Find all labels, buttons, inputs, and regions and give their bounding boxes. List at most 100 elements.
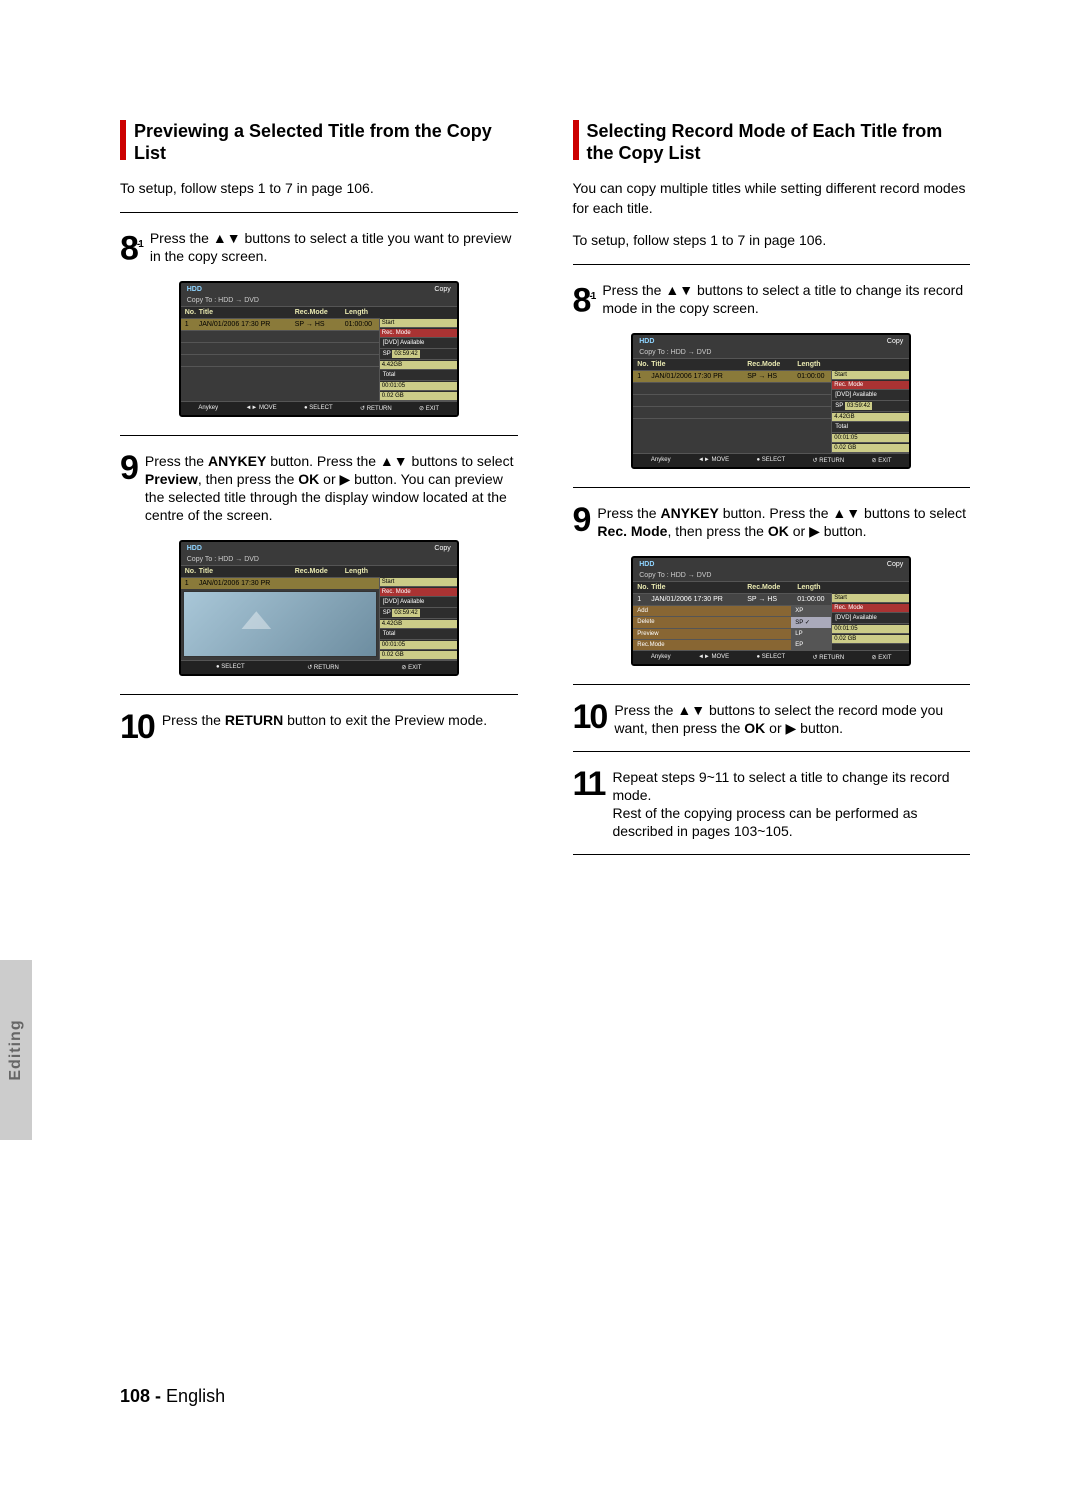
step-text: Press the ▲▼ buttons to select a title t… — [602, 281, 970, 317]
osd-side-panel: Start Rec. Mode [DVD] Available SP 03:59… — [831, 370, 909, 453]
osd-copy-label: Copy — [887, 561, 903, 568]
t-bold: OK — [744, 720, 765, 736]
osd-recmode-button: Rec. Mode — [832, 381, 909, 390]
divider — [573, 751, 971, 752]
osd-recmode-button: Rec. Mode — [380, 588, 457, 597]
t: , then press the — [667, 523, 767, 539]
osd-source-label: HDD — [187, 286, 202, 293]
osd-total-size: 0.02 GB — [380, 392, 457, 401]
osd-total-time: 00:01:05 — [832, 625, 909, 634]
step-number: 9 — [573, 504, 590, 536]
step-number: 8-1 — [573, 281, 595, 316]
osd-copyto: Copy To : HDD → DVD — [181, 554, 457, 565]
osd-row-empty — [181, 330, 379, 342]
osd-table-body: 1 JAN/01/2006 17:30 PR SP → HS 01:00:00 — [181, 318, 379, 401]
left-heading-text: Previewing a Selected Title from the Cop… — [134, 120, 518, 164]
mode-option: XP — [791, 606, 831, 616]
osd-copy-label: Copy — [887, 338, 903, 345]
osd-menu-area: 1 JAN/01/2006 17:30 PR SP → HS 01:00:00 … — [633, 593, 831, 650]
divider — [573, 264, 971, 265]
t: or ▶ button. — [789, 523, 867, 539]
osd-avail-time: 03:59:42 — [392, 609, 419, 617]
osd-available: [DVD] Available — [380, 597, 457, 608]
osd-table-header: No. Title Rec.Mode Length — [181, 565, 457, 577]
osd-recmode-button: Rec. Mode — [832, 604, 909, 613]
col-no: No. — [185, 568, 199, 575]
osd-footer: Anykey ◄► MOVE ● SELECT ↺ RETURN ⊘ EXIT — [633, 453, 909, 467]
osd-menu-recmode: Rec.ModeEP — [633, 639, 831, 650]
mode-option-selected: SP ✓ — [791, 617, 831, 628]
col-recmode: Rec.Mode — [747, 584, 797, 591]
menu-label: Add — [633, 606, 791, 616]
osd-avail-size: 4.42GB — [380, 361, 457, 370]
step-sup: -1 — [137, 239, 142, 250]
osd-foot-exit: ⊘ EXIT — [401, 664, 421, 671]
col-title: Title — [651, 584, 747, 591]
col-recmode: Rec.Mode — [295, 309, 345, 316]
page-footer: 108 - English — [120, 1386, 225, 1407]
t: Press the — [597, 505, 660, 521]
side-tab-label: Editing — [7, 1019, 25, 1080]
left-step-8: 8-1 Press the ▲▼ buttons to select a tit… — [120, 229, 518, 265]
cell-title: JAN/01/2006 17:30 PR — [651, 596, 747, 603]
osd-row-empty — [181, 354, 379, 366]
osd-foot-move: ◄► MOVE — [698, 654, 729, 661]
osd-source-label: HDD — [639, 338, 654, 345]
osd-row-empty — [633, 394, 831, 406]
col-no: No. — [637, 361, 651, 368]
cell-no: 1 — [185, 321, 199, 328]
osd-avail-time: 03:59:42 — [845, 402, 872, 410]
osd-foot-select: ● SELECT — [757, 654, 786, 661]
osd-foot-return: ↺ RETURN — [307, 664, 339, 671]
osd-footer: Anykey ◄► MOVE ● SELECT ↺ RETURN ⊘ EXIT — [633, 650, 909, 664]
osd-copyto: Copy To : HDD → DVD — [181, 295, 457, 306]
osd-start-button: Start — [832, 594, 909, 603]
col-no: No. — [185, 309, 199, 316]
osd-total-label: Total — [380, 370, 457, 381]
right-intro-2: To setup, follow steps 1 to 7 in page 10… — [573, 230, 971, 250]
menu-label: Preview — [633, 629, 791, 639]
osd-copyto: Copy To : HDD → DVD — [633, 570, 909, 581]
osd-recmode-button: Rec. Mode — [380, 329, 457, 338]
osd-screenshot-2: HDD Copy Copy To : HDD → DVD No. Title R… — [179, 540, 459, 676]
col-title: Title — [199, 568, 295, 575]
osd-mode: SP — [835, 403, 843, 409]
t-bold: ANYKEY — [660, 505, 718, 521]
step-text: Press the ANYKEY button. Press the ▲▼ bu… — [145, 452, 518, 524]
osd-available: [DVD] Available — [832, 390, 909, 401]
osd-total-label: Total — [380, 629, 457, 640]
cell-no: 1 — [185, 580, 199, 587]
osd-start-button: Start — [832, 371, 909, 380]
osd-total-size: 0.02 GB — [832, 444, 909, 453]
col-recmode: Rec.Mode — [747, 361, 797, 368]
osd-foot-exit: ⊘ EXIT — [872, 457, 892, 464]
step-number: 10 — [120, 711, 154, 743]
step-number: 10 — [573, 701, 607, 733]
col-length: Length — [345, 309, 453, 316]
right-intro-1: You can copy multiple titles while setti… — [573, 178, 971, 218]
divider — [120, 694, 518, 695]
osd-foot-exit: ⊘ EXIT — [872, 654, 892, 661]
osd-table-header: No. Title Rec.Mode Length — [181, 306, 457, 318]
osd-avail-size: 4.42GB — [832, 413, 909, 422]
t: button. Press the ▲▼ buttons to select — [719, 505, 966, 521]
step-number-value: 8 — [573, 281, 590, 319]
osd-foot-select: ● SELECT — [216, 664, 245, 671]
osd-footer: Anykey ◄► MOVE ● SELECT ↺ RETURN ⊘ EXIT — [181, 401, 457, 415]
osd-preview-window — [183, 591, 377, 657]
divider — [120, 435, 518, 436]
osd-available: [DVD] Available — [832, 613, 909, 624]
heading-bar-icon — [573, 120, 579, 160]
col-length: Length — [797, 584, 905, 591]
left-step-9: 9 Press the ANYKEY button. Press the ▲▼ … — [120, 452, 518, 524]
osd-menu-preview: PreviewLP — [633, 628, 831, 639]
osd-avail-size: 4.42GB — [380, 620, 457, 629]
osd-start-button: Start — [380, 578, 457, 587]
osd-available: [DVD] Available — [380, 338, 457, 349]
osd-side-panel: Start Rec. Mode [DVD] Available SP 03:59… — [379, 318, 457, 401]
t-bold: RETURN — [225, 712, 283, 728]
t-bold: Rec. Mode — [597, 523, 667, 539]
step-sup: -1 — [589, 291, 594, 302]
heading-bar-icon — [120, 120, 126, 160]
osd-preview-area: 1 JAN/01/2006 17:30 PR — [181, 577, 379, 660]
